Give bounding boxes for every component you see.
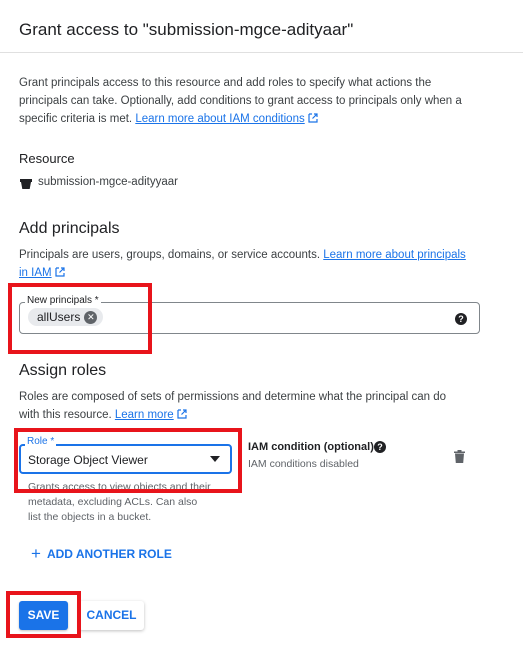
assign-roles-heading: Assign roles [19,362,107,379]
intro-line-3: specific criteria is met. Learn more abo… [19,110,509,128]
iam-condition-label: IAM condition (optional) [248,441,374,453]
add-principals-heading: Add principals [19,220,120,237]
resource-name: submission-mgce-adityyaar [38,176,178,188]
bucket-icon [20,179,32,189]
roles-description: Roles are composed of sets of permission… [19,388,509,424]
external-link-icon[interactable] [177,409,187,419]
help-icon[interactable]: ? [455,313,467,325]
principals-description: Principals are users, groups, domains, o… [19,246,509,282]
learn-more-roles-link[interactable]: Learn more [115,409,174,421]
dialog-title: Grant access to "submission-mgce-adityaa… [19,20,354,39]
roles-desc-line-2: with this resource. Learn more [19,406,509,424]
principals-desc-line-2: in IAM [19,264,509,282]
highlight-box-role [14,428,242,493]
intro-line-1: Grant principals access to this resource… [19,77,432,89]
iam-conditions-link[interactable]: Learn more about IAM conditions [135,113,304,125]
intro-text: Grant principals access to this resource… [19,74,509,128]
add-another-role-button[interactable]: + ADD ANOTHER ROLE [31,544,172,563]
highlight-box-principals [8,283,152,354]
learn-principals-link-cont[interactable]: in IAM [19,267,52,279]
learn-principals-link[interactable]: Learn more about principals [323,249,466,261]
title-divider [0,52,523,53]
trash-icon[interactable] [454,450,465,463]
iam-condition-status: IAM conditions disabled [248,458,359,470]
intro-line-3-text: specific criteria is met. [19,113,136,125]
add-role-label: ADD ANOTHER ROLE [46,547,172,561]
plus-icon: + [31,544,41,563]
external-link-icon[interactable] [308,113,318,123]
intro-line-2: principals can take. Optionally, add con… [19,95,462,107]
role-help-line-3: list the objects in a bucket. [28,511,152,523]
roles-desc-line-1: Roles are composed of sets of permission… [19,391,447,403]
cancel-button[interactable]: CANCEL [79,601,144,630]
highlight-box-save [6,591,81,638]
role-help-line-2: metadata, excluding ACLs. Can also [28,496,198,508]
external-link-icon[interactable] [54,267,65,277]
principals-desc-text: Principals are users, groups, domains, o… [19,249,324,261]
principals-desc-line-1: Principals are users, groups, domains, o… [19,246,509,264]
resource-heading: Resource [19,151,75,166]
help-icon[interactable]: ? [374,441,386,453]
roles-desc-text: with this resource. [19,409,115,421]
